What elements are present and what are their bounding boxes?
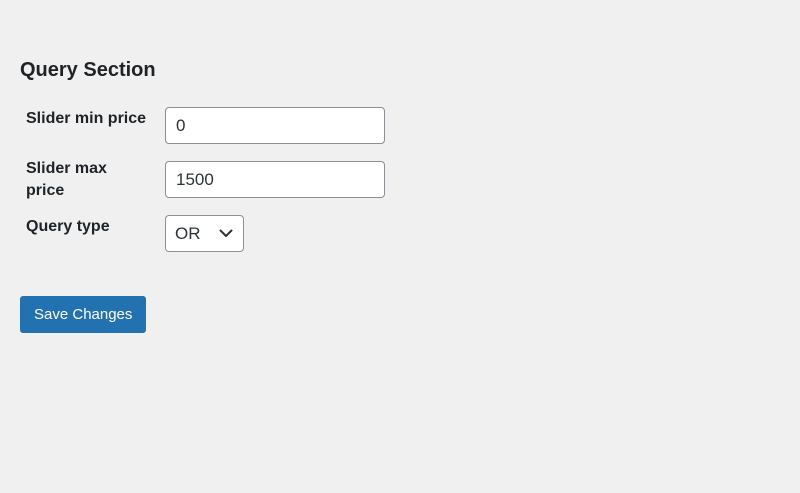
- form-row-min-price: Slider min price: [26, 107, 626, 148]
- max-price-input[interactable]: [165, 161, 385, 198]
- min-price-label: Slider min price: [26, 110, 147, 127]
- chevron-down-icon: [218, 226, 234, 242]
- min-price-input[interactable]: [165, 107, 385, 144]
- max-price-label: Slider max price: [26, 160, 107, 199]
- form-row-max-price: Slider max price: [26, 157, 626, 205]
- query-type-select[interactable]: OR: [165, 215, 244, 252]
- save-changes-button[interactable]: Save Changes: [20, 296, 147, 333]
- form-row-query-type: Query type OR: [26, 215, 626, 256]
- section-title: Query Section: [20, 59, 156, 81]
- query-type-label: Query type: [26, 218, 110, 235]
- settings-page: Query Section Slider min price Slider ma…: [0, 0, 800, 493]
- query-type-selected-value: OR: [175, 223, 201, 243]
